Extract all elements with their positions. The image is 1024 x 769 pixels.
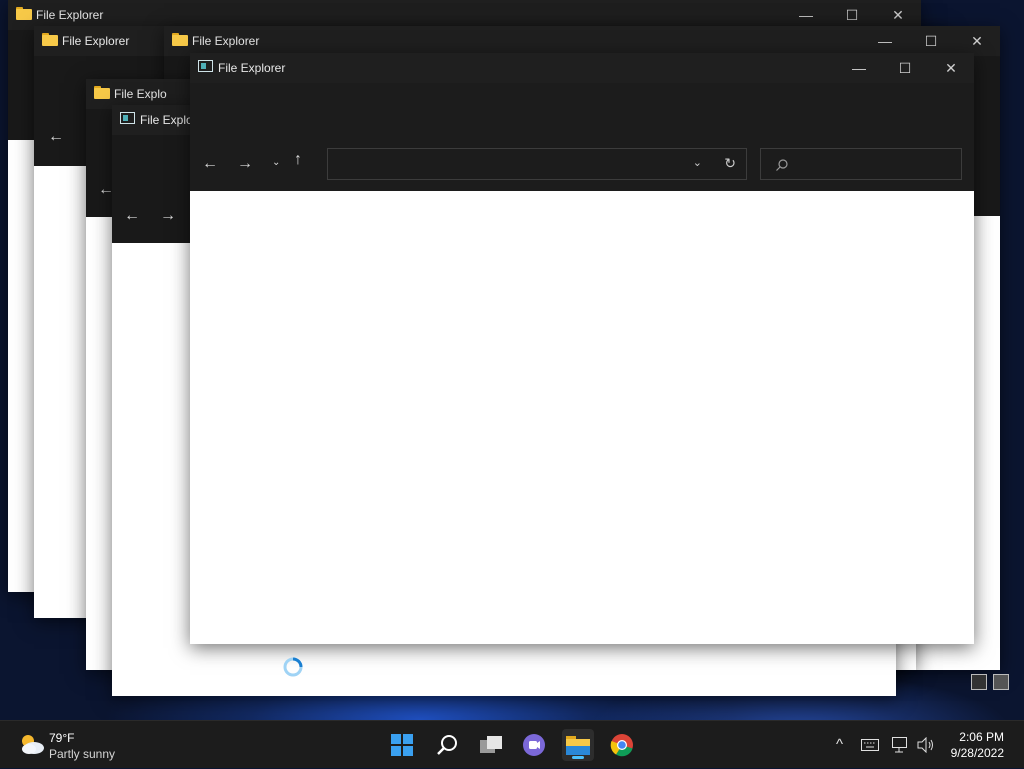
address-dropdown-chevron-icon[interactable]: ⌄: [693, 156, 702, 169]
volume-icon[interactable]: [917, 737, 935, 753]
recent-locations-chevron-icon[interactable]: ⌄: [272, 157, 280, 168]
window-title: File Explorer: [218, 61, 286, 75]
refresh-icon[interactable]: ↻: [724, 155, 736, 172]
task-view-icon: [480, 736, 502, 753]
show-hidden-icons-chevron-icon[interactable]: ^: [836, 736, 843, 753]
weather-description: Partly sunny: [49, 747, 116, 761]
folder-icon: [16, 7, 32, 21]
window-title: File Explorer: [36, 8, 104, 22]
minimize-button[interactable]: —: [836, 53, 882, 83]
desktop: File Explorer — ☐ ✕ M File Explorer — ☐ …: [0, 0, 1024, 720]
task-view-button[interactable]: [475, 729, 507, 761]
maximize-button[interactable]: ☐: [882, 53, 928, 83]
window-title-bar[interactable]: File Explorer — ☐ ✕: [164, 26, 1000, 56]
busy-cursor-icon: [283, 657, 303, 677]
app-icon: [198, 60, 214, 74]
back-arrow-icon[interactable]: ←: [124, 207, 140, 225]
app-icon: [120, 112, 136, 126]
clock-time: 2:06 PM: [959, 730, 1004, 744]
address-bar[interactable]: ⌄ ↻: [327, 148, 747, 180]
up-arrow-icon[interactable]: ↑: [294, 151, 302, 169]
search-icon: [776, 159, 788, 171]
forward-arrow-icon[interactable]: →: [237, 155, 253, 173]
active-app-indicator: [572, 756, 584, 759]
close-button[interactable]: ✕: [928, 53, 974, 83]
taskbar-search-button[interactable]: [431, 729, 463, 761]
search-icon: [437, 735, 457, 755]
start-button[interactable]: [386, 729, 418, 761]
file-explorer-taskbar-button[interactable]: [562, 729, 594, 761]
chrome-button[interactable]: [606, 729, 638, 761]
details-view-icon[interactable]: [971, 674, 987, 690]
window-title: File Explorer: [192, 34, 260, 48]
back-arrow-icon[interactable]: ←: [202, 155, 218, 173]
weather-temperature: 79°F: [49, 731, 75, 745]
folder-icon: [172, 33, 188, 47]
maximize-button[interactable]: ☐: [908, 26, 954, 56]
clock-date: 9/28/2022: [950, 746, 1004, 760]
network-icon[interactable]: [892, 737, 910, 753]
forward-arrow-icon[interactable]: →: [160, 207, 176, 225]
tiles-view-icon[interactable]: [993, 674, 1009, 690]
folder-icon: [42, 33, 58, 47]
content-pane: [190, 191, 974, 644]
folder-icon: [94, 86, 110, 100]
partly-sunny-icon: [22, 735, 44, 754]
back-arrow-icon[interactable]: ←: [48, 128, 64, 146]
start-icon: [391, 734, 413, 756]
chrome-icon: [610, 734, 633, 757]
window-title: File Explorer: [62, 34, 130, 48]
search-input[interactable]: [760, 148, 962, 180]
keyboard-icon[interactable]: [861, 739, 879, 751]
teams-chat-icon: [523, 734, 545, 756]
window-title: File Explo: [114, 87, 167, 101]
chat-button[interactable]: [518, 729, 550, 761]
weather-widget[interactable]: 79°F Partly sunny: [10, 721, 130, 769]
minimize-button[interactable]: —: [862, 26, 908, 56]
taskbar: 79°F Partly sunny ^ 2:06 PM 9/28/2022: [0, 720, 1024, 768]
file-explorer-icon: [566, 736, 590, 755]
window-title-bar[interactable]: File Explorer — ☐ ✕: [190, 53, 974, 83]
close-button[interactable]: ✕: [954, 26, 1000, 56]
window-title: File Explo: [140, 113, 193, 127]
explorer-window-front[interactable]: File Explorer — ☐ ✕ ← → ⌄ ↑ ⌄ ↻: [190, 53, 974, 644]
